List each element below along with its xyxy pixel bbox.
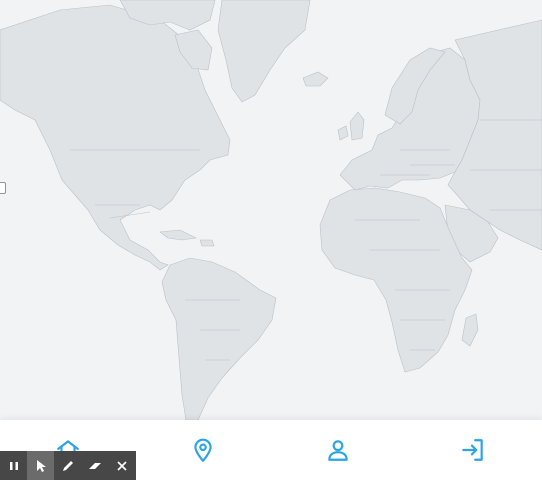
madagascar [461,313,479,347]
sign-in-icon [461,439,483,461]
nav-location-button[interactable] [135,420,270,480]
user-icon [327,440,348,461]
close-icon [116,460,127,471]
map-app [0,0,542,480]
cuba [159,229,197,241]
south-america [161,257,277,420]
map-resize-handle[interactable] [0,182,6,194]
world-map-canvas[interactable] [0,0,542,420]
greenland [217,0,311,103]
eraser-icon [88,462,101,469]
annotation-toolbar [0,451,136,480]
nav-profile-button[interactable] [270,420,405,480]
pause-button[interactable] [0,451,27,480]
hispaniola [199,239,215,247]
cursor-icon [36,459,46,472]
world-map[interactable] [0,0,542,420]
nav-login-button[interactable] [405,420,540,480]
eraser-tool-button[interactable] [81,451,108,480]
great-britain [349,111,365,141]
pen-icon [62,460,73,471]
pause-icon [9,461,18,470]
iceland [302,71,329,87]
pen-tool-button[interactable] [54,451,81,480]
map-pin-icon [193,438,212,462]
close-toolbar-button[interactable] [108,451,135,480]
ireland [337,125,349,141]
cursor-tool-button[interactable] [27,451,54,480]
